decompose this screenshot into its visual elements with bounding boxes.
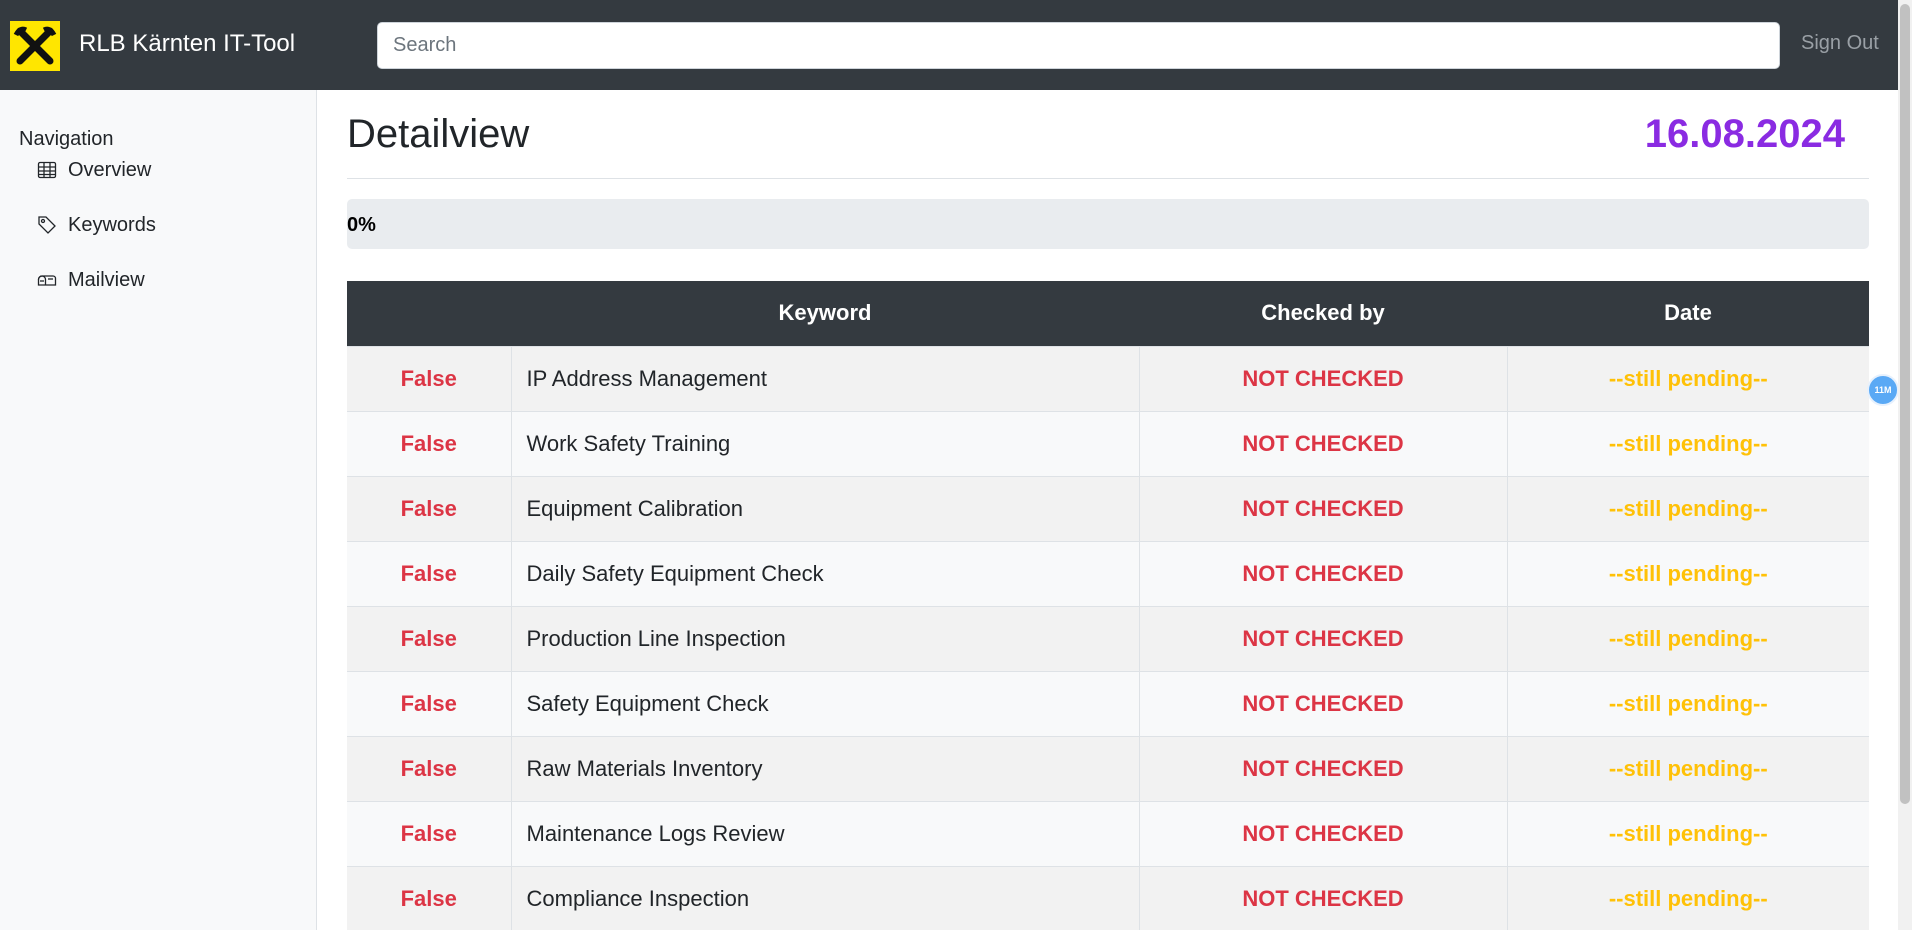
- status-cell: False: [347, 865, 512, 930]
- checked-by-cell: NOT CHECKED: [1139, 475, 1508, 541]
- table-row[interactable]: False Work Safety Training NOT CHECKED --st…: [347, 410, 1869, 476]
- sidebar-item-label: Keywords: [68, 213, 156, 236]
- checked-by-cell: NOT CHECKED: [1139, 670, 1508, 736]
- checked-by-cell: NOT CHECKED: [1139, 540, 1508, 606]
- sidebar-item-mailview[interactable]: Mailview: [36, 265, 145, 295]
- vertical-scrollbar[interactable]: [1898, 0, 1912, 930]
- checked-by-cell: NOT CHECKED: [1139, 800, 1508, 866]
- status-cell: False: [347, 605, 512, 671]
- keyword-cell: Daily Safety Equipment Check: [511, 540, 1140, 606]
- sidebar-item-label: Mailview: [68, 268, 145, 291]
- table-row[interactable]: False Compliance Inspection NOT CHECKED --s…: [347, 865, 1869, 930]
- sidebar-item-label: Overview: [68, 158, 152, 181]
- column-header-status: [347, 281, 511, 346]
- status-cell: False: [347, 735, 512, 801]
- date-cell: --still pending--: [1507, 345, 1869, 411]
- column-header-checked-by: Checked by: [1139, 281, 1507, 346]
- table-header-row: Keyword Checked by Date: [347, 281, 1869, 346]
- checked-by-cell: NOT CHECKED: [1139, 410, 1508, 476]
- mailbox-icon: [36, 269, 58, 291]
- table-row[interactable]: False IP Address Management NOT CHECKED --s…: [347, 345, 1869, 411]
- column-header-date: Date: [1507, 281, 1869, 346]
- checked-by-cell: NOT CHECKED: [1139, 605, 1508, 671]
- divider: [347, 178, 1869, 179]
- progress-bar: 0%: [347, 199, 1869, 249]
- keyword-cell: Equipment Calibration: [511, 475, 1140, 541]
- column-header-keyword: Keyword: [511, 281, 1139, 346]
- search-input[interactable]: [377, 22, 1780, 69]
- date-cell: --still pending--: [1507, 605, 1869, 671]
- status-cell: False: [347, 670, 512, 736]
- top-navbar: RLB Kärnten IT-Tool Sign Out: [0, 0, 1898, 90]
- tag-icon: [36, 214, 58, 236]
- sidebar: Navigation Overview Keywords Mailview: [0, 90, 317, 930]
- date-cell: --still pending--: [1507, 865, 1869, 930]
- status-cell: False: [347, 410, 512, 476]
- table-row[interactable]: False Production Line Inspection NOT CHECK…: [347, 605, 1869, 671]
- app-brand[interactable]: RLB Kärnten IT-Tool: [79, 30, 295, 58]
- table-icon: [36, 159, 58, 181]
- floating-badge[interactable]: 11M: [1867, 374, 1899, 406]
- table-row[interactable]: False Daily Safety Equipment Check NOT CHE…: [347, 540, 1869, 606]
- date-cell: --still pending--: [1507, 800, 1869, 866]
- status-cell: False: [347, 475, 512, 541]
- keyword-cell: Maintenance Logs Review: [511, 800, 1140, 866]
- table-row[interactable]: False Safety Equipment Check NOT CHECKED --…: [347, 670, 1869, 736]
- status-cell: False: [347, 345, 512, 411]
- sidebar-item-overview[interactable]: Overview: [36, 155, 151, 185]
- date-cell: --still pending--: [1507, 475, 1869, 541]
- keyword-cell: IP Address Management: [511, 345, 1140, 411]
- sidebar-item-keywords[interactable]: Keywords: [36, 210, 156, 240]
- keyword-cell: Compliance Inspection: [511, 865, 1140, 930]
- current-date: 16.08.2024: [1644, 112, 1845, 156]
- page-title: Detailview: [347, 112, 530, 156]
- scrollbar-thumb[interactable]: [1900, 4, 1910, 804]
- progress-label: 0%: [347, 214, 376, 236]
- date-cell: --still pending--: [1507, 670, 1869, 736]
- date-cell: --still pending--: [1507, 735, 1869, 801]
- checked-by-cell: NOT CHECKED: [1139, 345, 1508, 411]
- table-row[interactable]: False Equipment Calibration NOT CHECKED --s…: [347, 475, 1869, 541]
- raiffeisen-logo-icon[interactable]: [10, 21, 60, 71]
- keyword-table: Keyword Checked by Date False IP Address …: [347, 281, 1869, 930]
- keyword-cell: Work Safety Training: [511, 410, 1140, 476]
- keyword-cell: Production Line Inspection: [511, 605, 1140, 671]
- status-cell: False: [347, 540, 512, 606]
- table-row[interactable]: False Raw Materials Inventory NOT CHECKED -…: [347, 735, 1869, 801]
- checked-by-cell: NOT CHECKED: [1139, 735, 1508, 801]
- date-cell: --still pending--: [1507, 540, 1869, 606]
- checked-by-cell: NOT CHECKED: [1139, 865, 1508, 930]
- keyword-cell: Safety Equipment Check: [511, 670, 1140, 736]
- sign-out-link[interactable]: Sign Out: [1801, 32, 1879, 55]
- nav-heading: Navigation: [19, 128, 114, 150]
- status-cell: False: [347, 800, 512, 866]
- keyword-cell: Raw Materials Inventory: [511, 735, 1140, 801]
- date-cell: --still pending--: [1507, 410, 1869, 476]
- table-row[interactable]: False Maintenance Logs Review NOT CHECKED -…: [347, 800, 1869, 866]
